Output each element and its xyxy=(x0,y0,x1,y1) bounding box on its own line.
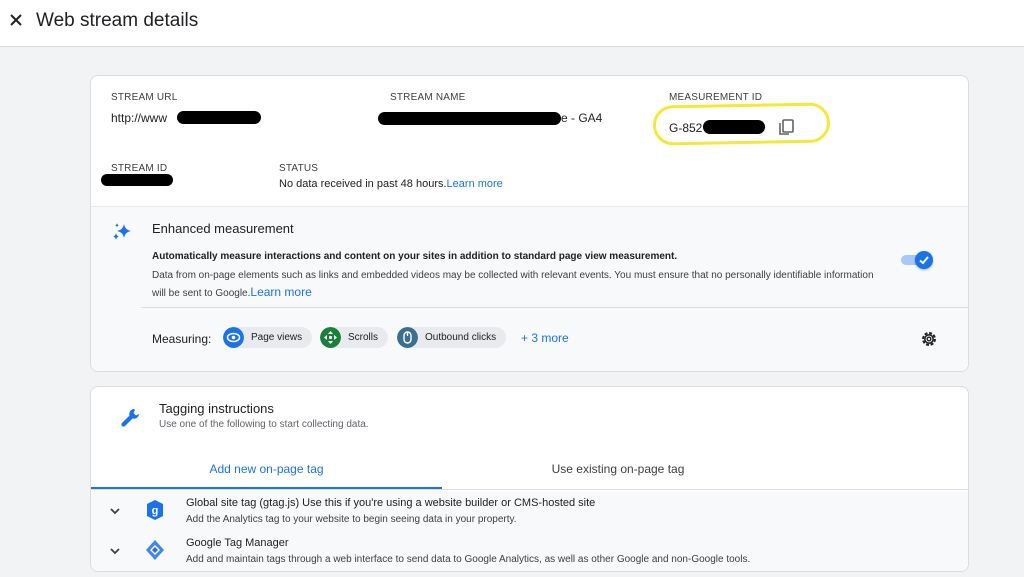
enhanced-description: Data from on-page elements such as links… xyxy=(152,267,882,302)
eye-icon xyxy=(223,327,244,348)
row-title: Google Tag Manager xyxy=(186,537,289,549)
tagging-title: Tagging instructions xyxy=(159,401,274,416)
toggle-knob xyxy=(915,251,933,269)
top-bar: Web stream details xyxy=(0,0,1024,47)
divider xyxy=(141,307,968,308)
tab-divider xyxy=(91,489,968,490)
enhanced-measurement-title: Enhanced measurement xyxy=(152,221,294,236)
tab-use-existing-tag[interactable]: Use existing on-page tag xyxy=(442,449,794,489)
svg-text:g: g xyxy=(152,505,159,517)
chip-scrolls[interactable]: Scrolls xyxy=(320,327,389,348)
stream-details-card: STREAM URL http://www STREAM NAME e - GA… xyxy=(90,75,969,372)
scroll-icon xyxy=(320,327,341,348)
enhanced-description-bold: Automatically measure interactions and c… xyxy=(152,251,678,262)
mouse-icon xyxy=(397,327,418,348)
redaction-mark xyxy=(177,111,261,124)
chip-page-views[interactable]: Page views xyxy=(223,327,313,348)
chip-label: Scrolls xyxy=(348,332,379,343)
row-description: Add and maintain tags through a web inte… xyxy=(186,554,751,565)
measuring-label: Measuring: xyxy=(152,332,212,346)
chip-label: Outbound clicks xyxy=(425,332,497,343)
gear-icon[interactable] xyxy=(919,329,939,349)
stream-name-label: STREAM NAME xyxy=(390,92,466,103)
chip-label: Page views xyxy=(251,332,303,343)
stream-url-label: STREAM URL xyxy=(111,92,178,103)
redaction-mark xyxy=(101,174,173,186)
enhanced-measurement-section: Enhanced measurement Automatically measu… xyxy=(91,206,968,371)
status-learn-more-link[interactable]: Learn more xyxy=(447,178,503,190)
stream-url-value: http://www xyxy=(111,111,168,125)
status-message: No data received in past 48 hours. xyxy=(279,178,447,190)
sparkle-icon xyxy=(113,223,131,240)
check-icon xyxy=(919,256,929,265)
chip-outbound-clicks[interactable]: Outbound clicks xyxy=(397,327,507,348)
tag-manager-icon xyxy=(146,540,164,560)
redaction-mark xyxy=(378,112,561,125)
chevron-down-icon[interactable] xyxy=(109,505,121,517)
wrench-icon xyxy=(121,409,139,427)
chevron-down-icon[interactable] xyxy=(109,545,121,557)
gtag-icon: g xyxy=(147,500,163,520)
more-measurements-link[interactable]: + 3 more xyxy=(521,331,569,345)
list-item-gtag[interactable]: g Global site tag (gtag.js) Use this if … xyxy=(91,491,968,531)
tagging-instructions-card: Tagging instructions Use one of the foll… xyxy=(90,386,969,572)
page-title: Web stream details xyxy=(36,10,199,31)
stream-name-value: e - GA4 xyxy=(561,111,603,125)
enhanced-measurement-toggle[interactable] xyxy=(901,251,933,269)
measurement-id-label: MEASUREMENT ID xyxy=(669,92,763,103)
tab-add-new-tag[interactable]: Add new on-page tag xyxy=(91,449,442,489)
tagging-subtitle: Use one of the following to start collec… xyxy=(159,419,369,430)
status-text: No data received in past 48 hours.Learn … xyxy=(279,178,503,190)
highlight-annotation xyxy=(652,102,831,146)
close-icon[interactable] xyxy=(6,10,26,30)
status-label: STATUS xyxy=(279,163,319,174)
list-item-gtm[interactable]: Google Tag Manager Add and maintain tags… xyxy=(91,531,968,571)
row-title: Global site tag (gtag.js) Use this if yo… xyxy=(186,497,596,509)
row-description: Add the Analytics tag to your website to… xyxy=(186,514,517,525)
enhanced-learn-more-link[interactable]: Learn more xyxy=(250,285,311,299)
stream-id-label: STREAM ID xyxy=(111,163,168,174)
